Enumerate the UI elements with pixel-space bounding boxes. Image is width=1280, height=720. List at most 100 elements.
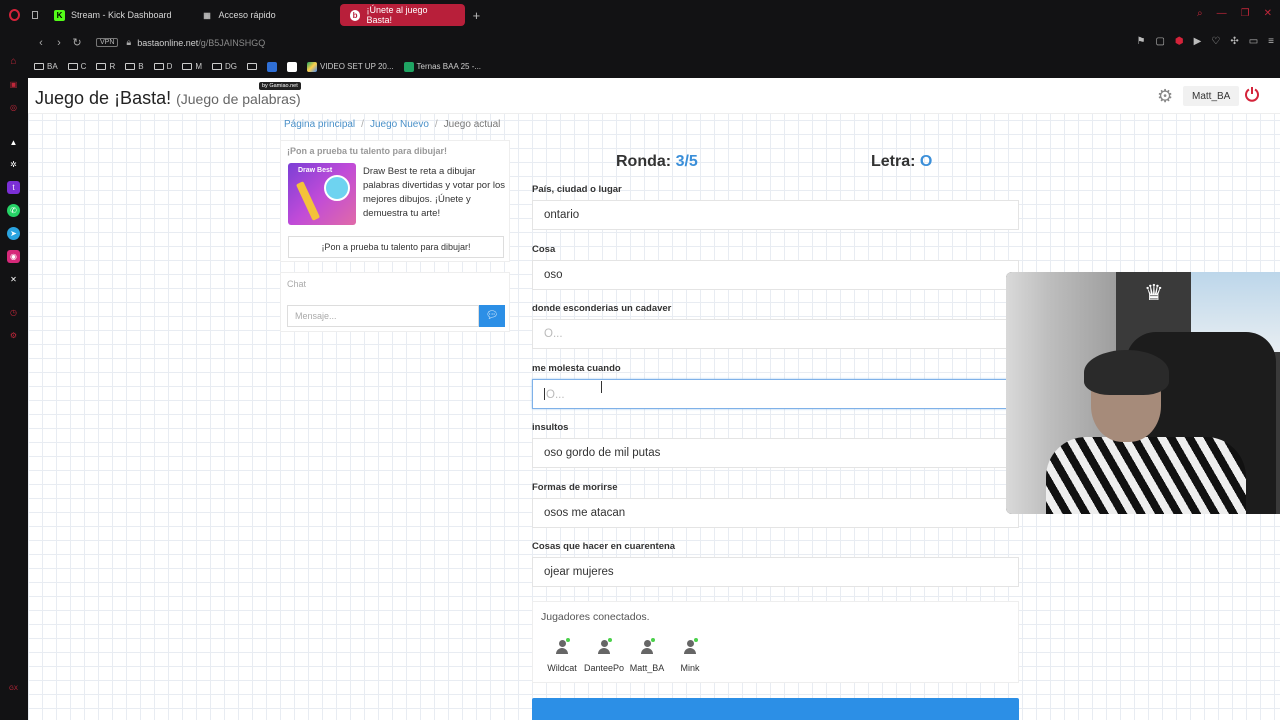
draw-best-image[interactable]: Draw Best [288,163,356,225]
reload-icon[interactable]: ↻ [68,36,86,49]
power-icon[interactable] [1244,86,1260,102]
bookmark-folder[interactable]: M [182,62,202,71]
window-controls: ⌕ — ❐ ✕ [1197,8,1272,19]
bookmark-folder[interactable]: DG [212,62,237,71]
search-icon[interactable]: ⌕ [1197,8,1203,19]
breadcrumb-separator: / [361,119,364,130]
promo-button[interactable]: ¡Pon a prueba tu talento para dibujar! [288,236,504,258]
players-title: Jugadores conectados. [541,611,650,623]
brush-icon [295,181,321,221]
chat-message-input[interactable]: Mensaje... [287,305,479,327]
opera-logo-icon[interactable] [0,0,28,30]
promo-image-title: Draw Best [298,167,333,174]
promo-header: ¡Pon a prueba tu talento para dibujar! [287,146,448,156]
user-icon [555,640,569,654]
connected-players-panel: Jugadores conectados. Wildcat DanteePo M… [532,601,1019,683]
bookmark-folder[interactable]: BA [34,62,58,71]
telegram-icon[interactable]: ➤ [7,227,20,240]
chat-send-button[interactable]: 💬︎ [479,305,505,327]
gear-icon[interactable]: ⚙ [1157,86,1173,107]
promo-card: ¡Pon a prueba tu talento para dibujar! D… [280,140,510,262]
minimize-icon[interactable]: — [1217,8,1227,19]
maximize-icon[interactable]: ❐ [1241,8,1250,19]
user-icon [597,640,611,654]
field-label-cadaver: donde esconderias un cadaver [532,303,672,314]
browser-tab-bar: K Stream - Kick Dashboard ▦ Acceso rápid… [0,0,1280,30]
bookmark-item[interactable]: Ternas BAA 25 -... [403,61,481,72]
basta-submit-button[interactable] [532,698,1019,720]
tab-kick[interactable]: K Stream - Kick Dashboard [44,4,182,26]
bookmark-folder[interactable]: B [125,62,144,71]
url-path: /g/B5JAINSHGQ [198,37,266,48]
doc-icon [267,61,278,72]
arrow-icon[interactable]: ▲ [7,136,20,149]
bookmark-item[interactable] [267,61,278,72]
tab-overview-icon[interactable] [28,4,42,26]
field-cuarentena-input[interactable]: ojear mujeres [532,557,1019,587]
text-cursor-icon [601,381,603,393]
play-icon[interactable]: ▶ [1194,36,1202,47]
bookmark-folder[interactable] [247,63,258,70]
user-button[interactable]: Matt_BA [1183,86,1240,106]
player-item[interactable]: Wildcat [542,638,582,673]
breadcrumb-home[interactable]: Página principal [284,119,355,130]
snapshot-icon[interactable]: ▢ [1155,36,1164,47]
field-label-cosa: Cosa [532,244,556,255]
field-label-cuarentena: Cosas que hacer en cuarentena [532,541,676,552]
chat-panel: Chat Mensaje... 💬︎ [280,272,510,332]
site-title-text: Juego de ¡Basta! [35,88,172,108]
gx-icon[interactable]: GX [7,682,20,695]
bookmark-folder[interactable]: R [96,62,115,71]
field-molesta-input[interactable]: O... [532,379,1019,409]
openai-icon[interactable]: ✲ [7,158,20,171]
shield-icon[interactable]: ⬢ [1175,36,1184,47]
bookmark-folder[interactable]: D [153,62,172,71]
vpn-badge[interactable]: VPN [96,38,119,47]
forward-icon[interactable]: › [50,37,68,49]
folder-icon [247,63,258,70]
home-icon[interactable]: ⌂ [7,55,20,68]
menu-icon[interactable]: ≡ [1268,36,1274,47]
text-caret [544,388,545,400]
new-tab-button[interactable]: + [467,8,487,23]
clock-icon[interactable]: ◷ [7,306,20,319]
webcam-overlay: ♛ [1006,272,1280,514]
folder-icon [153,63,164,70]
battery-icon[interactable]: ▭ [1249,36,1258,47]
x-icon[interactable]: ✕ [7,273,20,286]
settings-icon[interactable]: ⚙ [7,329,20,342]
heart-icon[interactable]: ♡ [1211,36,1220,47]
tab-acceso-rapido[interactable]: ▦ Acceso rápido [192,4,286,26]
extensions-icon[interactable]: ✣ [1230,36,1238,47]
bookmark-icon[interactable]: ⚑ [1136,36,1145,47]
twitch-icon[interactable]: t [7,181,20,194]
field-morirse-input[interactable]: osos me atacan [532,498,1019,528]
kick-icon: K [54,9,65,21]
messenger-icon[interactable]: ◎ [7,101,20,114]
field-pais-input[interactable]: ontario [532,200,1019,230]
field-cosa-input[interactable]: oso [532,260,1019,290]
field-cadaver-input[interactable]: O... [532,319,1019,349]
site-subtitle: (Juego de palabras) [176,91,301,107]
bookmark-folder[interactable]: C [67,62,86,71]
player-item[interactable]: Matt_BA [627,638,667,673]
bookmark-item[interactable]: VIDEO SET UP 20... [307,61,394,72]
folder-icon [125,63,136,70]
round-label: Ronda: [616,153,672,170]
close-icon[interactable]: ✕ [1264,8,1272,19]
site-title[interactable]: Juego de ¡Basta! (Juego de palabras) [35,88,301,109]
field-insultos-input[interactable]: oso gordo de mil putas [532,438,1019,468]
bookmark-label: M [195,62,203,71]
player-item[interactable]: Mink [670,638,710,673]
url-field[interactable]: bastaonline.net/g/B5JAINSHGQ [137,38,265,48]
bag-icon[interactable]: ▣ [7,78,20,91]
breadcrumb-new-game[interactable]: Juego Nuevo [370,119,429,130]
crown-icon: ♛ [1144,280,1164,305]
bookmark-item[interactable] [287,61,298,72]
tab-basta[interactable]: b ¡Únete al juego Basta! [339,4,465,26]
back-icon[interactable]: ‹ [32,37,50,49]
whatsapp-icon[interactable]: ✆ [7,204,20,217]
instagram-icon[interactable]: ◉ [7,250,20,263]
user-crown-icon [640,640,654,654]
player-item[interactable]: DanteePo [584,638,624,673]
